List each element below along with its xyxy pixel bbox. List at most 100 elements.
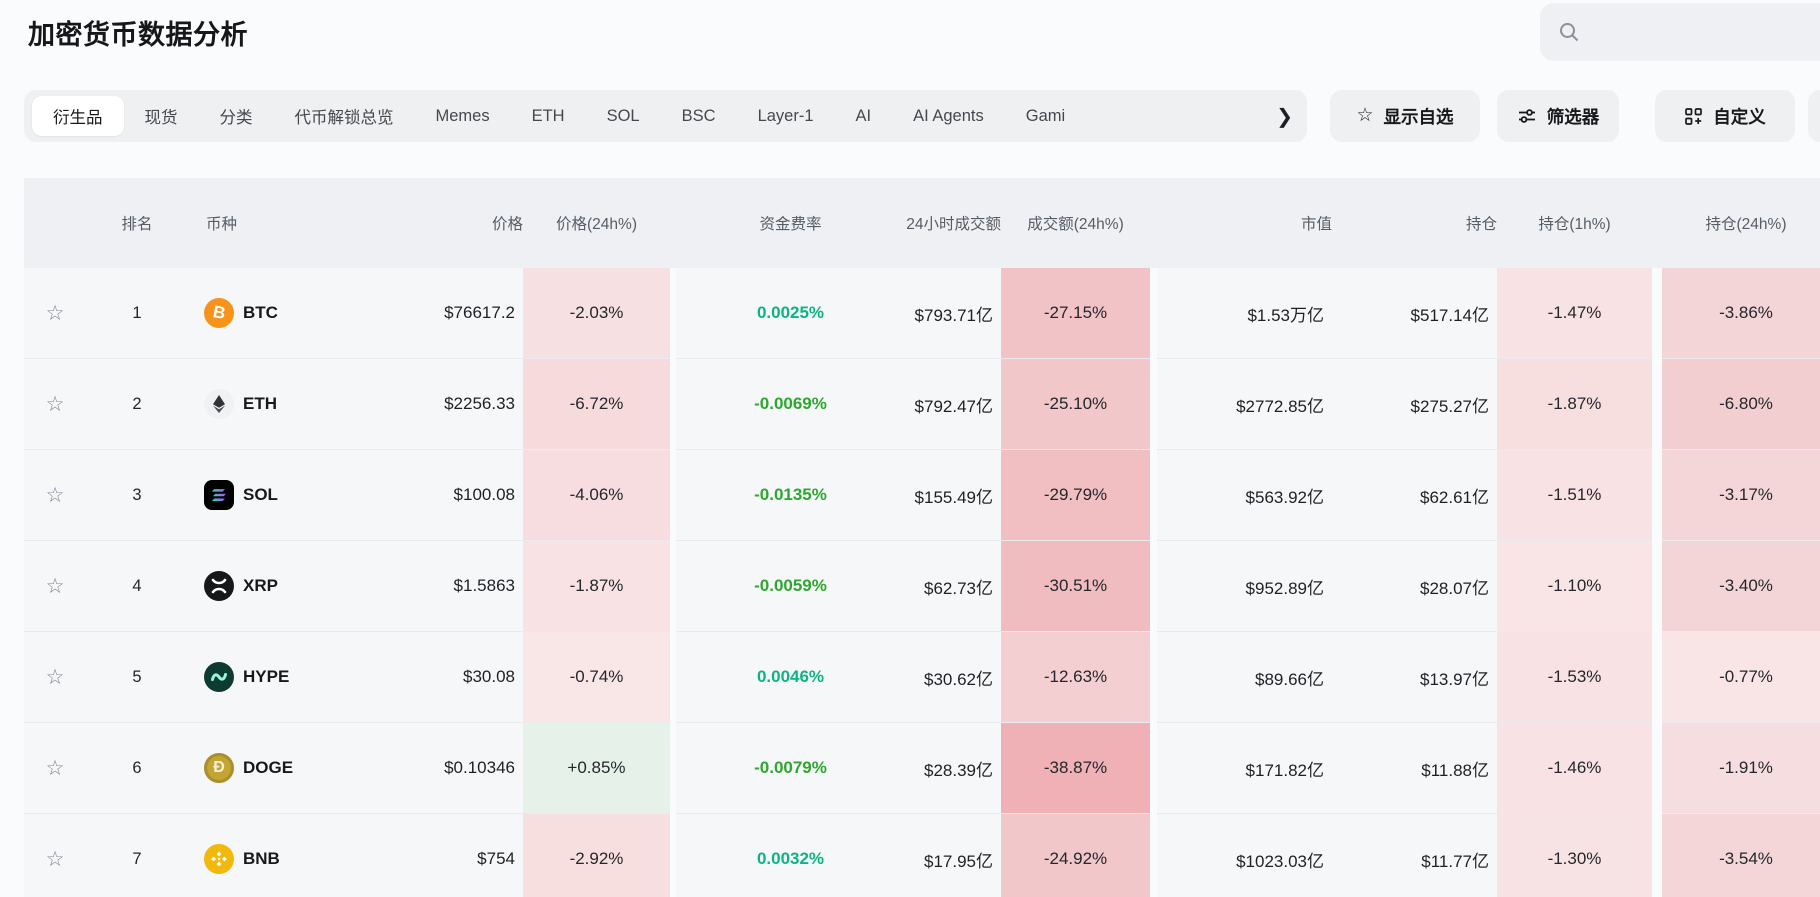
hype-coin-icon bbox=[204, 662, 234, 692]
coin-cell[interactable]: SOL bbox=[188, 450, 390, 541]
 bbox=[1150, 359, 1157, 450]
col-oi-24h[interactable]: 持仓(24h%) bbox=[1662, 212, 1820, 234]
table-row[interactable]: ☆4XRP$1.5863-1.87%-0.0059%$62.73亿-30.51%… bbox=[24, 541, 1820, 632]
coin-symbol: BTC bbox=[243, 303, 278, 323]
favorite-star-icon[interactable]: ☆ bbox=[24, 814, 86, 897]
col-rank[interactable]: 排名 bbox=[86, 212, 188, 234]
price-change-24h-cell: +0.85% bbox=[523, 723, 670, 814]
chevron-right-icon[interactable]: ❯ bbox=[1250, 90, 1293, 142]
table-row[interactable]: ☆3SOL$100.08-4.06%-0.0135%$155.49亿-29.79… bbox=[24, 450, 1820, 541]
toolbar: 衍生品现货分类代币解锁总览MemesETHSOLBSCLayer-1AIAI A… bbox=[0, 90, 1820, 142]
open-interest-cell: $11.88亿 bbox=[1332, 723, 1497, 814]
coin-cell[interactable]: HYPE bbox=[188, 632, 390, 723]
col-oi-1h[interactable]: 持仓(1h%) bbox=[1497, 212, 1652, 234]
open-interest-cell: $517.14亿 bbox=[1332, 268, 1497, 359]
oi-change-1h-cell: -1.46% bbox=[1497, 723, 1652, 814]
coin-cell[interactable]: BBTC bbox=[188, 268, 390, 359]
volume-change-24h-cell: -12.63% bbox=[1001, 632, 1150, 723]
 bbox=[1150, 723, 1157, 814]
favorite-star-icon[interactable]: ☆ bbox=[24, 632, 86, 723]
open-interest-cell: $11.77亿 bbox=[1332, 814, 1497, 897]
search-input[interactable] bbox=[1581, 3, 1820, 61]
favorite-star-icon[interactable]: ☆ bbox=[24, 723, 86, 814]
price-change-24h-cell: -6.72% bbox=[523, 359, 670, 450]
show-watchlist-button[interactable]: ☆ 显示自选 bbox=[1330, 90, 1480, 142]
funding-rate-cell: 0.0032% bbox=[676, 814, 905, 897]
col-price[interactable]: 价格 bbox=[390, 212, 523, 234]
 bbox=[1652, 541, 1662, 632]
price-change-24h-cell: -0.74% bbox=[523, 632, 670, 723]
price-change-24h-cell: -4.06% bbox=[523, 450, 670, 541]
col-coin[interactable]: 币种 bbox=[188, 212, 390, 234]
open-interest-cell: $275.27亿 bbox=[1332, 359, 1497, 450]
oi-change-24h-cell: -3.86% bbox=[1662, 268, 1820, 359]
tab-bsc[interactable]: BSC bbox=[661, 96, 737, 136]
funding-rate-cell: -0.0059% bbox=[676, 541, 905, 632]
 bbox=[1150, 814, 1157, 897]
 bbox=[1150, 632, 1157, 723]
table-row[interactable]: ☆2ETH$2256.33-6.72%-0.0069%$792.47亿-25.1… bbox=[24, 359, 1820, 450]
tab-分类[interactable]: 分类 bbox=[199, 96, 274, 136]
volume-24h-cell: $28.39亿 bbox=[905, 723, 1001, 814]
filter-button[interactable]: 筛选器 bbox=[1497, 90, 1619, 142]
search-box[interactable] bbox=[1540, 3, 1820, 61]
tab-代币解锁总览[interactable]: 代币解锁总览 bbox=[274, 96, 415, 136]
table-row[interactable]: ☆7BNB$754-2.92%0.0032%$17.95亿-24.92%$102… bbox=[24, 814, 1820, 897]
favorite-star-icon[interactable]: ☆ bbox=[24, 541, 86, 632]
price-cell: $1.5863 bbox=[390, 541, 523, 632]
coin-symbol: BNB bbox=[243, 849, 280, 869]
sliders-icon bbox=[1517, 106, 1537, 126]
rank-cell: 2 bbox=[86, 359, 188, 450]
coin-cell[interactable]: ETH bbox=[188, 359, 390, 450]
customize-button[interactable]: 自定义 bbox=[1655, 90, 1795, 142]
tab-ai-agents[interactable]: AI Agents bbox=[892, 96, 1005, 136]
sol-coin-icon bbox=[204, 480, 234, 510]
col-volume[interactable]: 24小时成交额 bbox=[905, 212, 1001, 234]
 bbox=[1150, 450, 1157, 541]
table-row[interactable]: ☆1BBTC$76617.2-2.03%0.0025%$793.71亿-27.1… bbox=[24, 268, 1820, 359]
table-body: ☆1BBTC$76617.2-2.03%0.0025%$793.71亿-27.1… bbox=[24, 268, 1820, 897]
table-row[interactable]: ☆5HYPE$30.08-0.74%0.0046%$30.62亿-12.63%$… bbox=[24, 632, 1820, 723]
market-cap-cell: $171.82亿 bbox=[1157, 723, 1332, 814]
tab-gami[interactable]: Gami bbox=[1005, 96, 1086, 136]
 bbox=[1652, 814, 1662, 897]
market-cap-cell: $89.66亿 bbox=[1157, 632, 1332, 723]
col-mcap[interactable]: 市值 bbox=[1157, 212, 1332, 234]
favorite-star-icon[interactable]: ☆ bbox=[24, 268, 86, 359]
tab-sol[interactable]: SOL bbox=[586, 96, 661, 136]
funding-rate-cell: -0.0069% bbox=[676, 359, 905, 450]
tab-memes[interactable]: Memes bbox=[415, 96, 511, 136]
col-volume-24h[interactable]: 成交额(24h%) bbox=[1001, 212, 1150, 234]
 bbox=[1652, 359, 1662, 450]
volume-24h-cell: $792.47亿 bbox=[905, 359, 1001, 450]
tab-现货[interactable]: 现货 bbox=[124, 96, 199, 136]
clipped-edge-button[interactable] bbox=[1808, 90, 1820, 142]
price-cell: $2256.33 bbox=[390, 359, 523, 450]
market-cap-cell: $2772.85亿 bbox=[1157, 359, 1332, 450]
tab-layer-1[interactable]: Layer-1 bbox=[737, 96, 835, 136]
favorite-star-icon[interactable]: ☆ bbox=[24, 359, 86, 450]
col-oi[interactable]: 持仓 bbox=[1332, 212, 1497, 234]
tab-eth[interactable]: ETH bbox=[511, 96, 586, 136]
coin-cell[interactable]: XRP bbox=[188, 541, 390, 632]
oi-change-24h-cell: -3.40% bbox=[1662, 541, 1820, 632]
rank-cell: 1 bbox=[86, 268, 188, 359]
oi-change-1h-cell: -1.47% bbox=[1497, 268, 1652, 359]
coin-cell[interactable]: BNB bbox=[188, 814, 390, 897]
table-row[interactable]: ☆6ÐDOGE$0.10346+0.85%-0.0079%$28.39亿-38.… bbox=[24, 723, 1820, 814]
tab-ai[interactable]: AI bbox=[835, 96, 893, 136]
market-cap-cell: $1023.03亿 bbox=[1157, 814, 1332, 897]
tab-衍生品[interactable]: 衍生品 bbox=[32, 96, 124, 136]
coin-cell[interactable]: ÐDOGE bbox=[188, 723, 390, 814]
oi-change-1h-cell: -1.53% bbox=[1497, 632, 1652, 723]
col-funding[interactable]: 资金费率 bbox=[676, 212, 905, 234]
col-price-24h[interactable]: 价格(24h%) bbox=[523, 212, 670, 234]
market-cap-cell: $1.53万亿 bbox=[1157, 268, 1332, 359]
oi-change-24h-cell: -1.91% bbox=[1662, 723, 1820, 814]
show-watchlist-label: 显示自选 bbox=[1384, 104, 1454, 129]
rank-cell: 6 bbox=[86, 723, 188, 814]
volume-24h-cell: $30.62亿 bbox=[905, 632, 1001, 723]
volume-change-24h-cell: -24.92% bbox=[1001, 814, 1150, 897]
star-icon: ☆ bbox=[1356, 104, 1373, 127]
favorite-star-icon[interactable]: ☆ bbox=[24, 450, 86, 541]
